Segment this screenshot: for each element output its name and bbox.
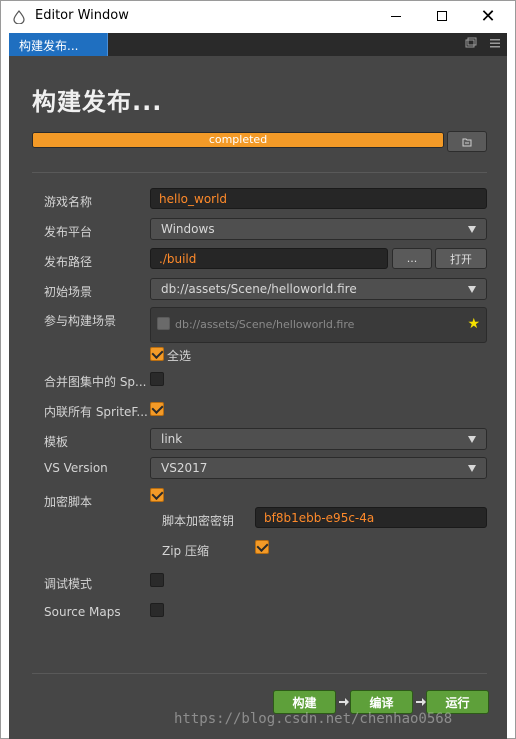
progress-status: completed — [208, 133, 268, 146]
start-scene-select[interactable]: db://assets/Scene/helloworld.fire — [150, 278, 487, 300]
build-path-label: 发布路径 — [44, 255, 93, 269]
tab-build[interactable]: 构建发布... — [9, 33, 108, 56]
arrow-right-icon — [416, 698, 426, 706]
chevron-down-icon — [468, 226, 476, 233]
vs-version-value: VS2017 — [161, 461, 208, 475]
chevron-down-icon — [468, 436, 476, 443]
divider — [32, 172, 487, 173]
encrypt-checkbox[interactable] — [150, 488, 164, 502]
tab-tools — [465, 37, 501, 49]
vs-version-select[interactable]: VS2017 — [150, 457, 487, 479]
minimize-icon — [391, 15, 401, 17]
zip-label: Zip 压缩 — [162, 544, 209, 558]
open-build-folder-button[interactable] — [447, 131, 487, 152]
platform-select[interactable]: Windows — [150, 218, 487, 240]
merge-atlas-checkbox[interactable] — [150, 372, 164, 386]
select-all-checkbox[interactable] — [150, 347, 164, 361]
included-scenes-label: 参与构建场景 — [44, 314, 117, 328]
scene-item: db://assets/Scene/helloworld.fire — [175, 318, 355, 331]
zip-checkbox[interactable] — [255, 540, 269, 554]
star-icon: ★ — [467, 316, 480, 332]
start-scene-label: 初始场景 — [44, 285, 93, 299]
page-title: 构建发布... — [32, 88, 163, 116]
source-maps-checkbox[interactable] — [150, 603, 164, 617]
open-path-button[interactable]: 打开 — [435, 248, 487, 269]
template-select[interactable]: link — [150, 428, 487, 450]
close-button[interactable]: ✕ — [465, 1, 511, 31]
maximize-icon — [437, 11, 447, 21]
editor-window: Editor Window ✕ 构建发布... 构建发布... complete… — [0, 0, 516, 739]
arrow-right-icon — [339, 698, 349, 706]
vs-version-label: VS Version — [44, 461, 108, 475]
template-label: 模板 — [44, 435, 69, 449]
build-panel: 构建发布... completed 游戏名称 hello_world 发布平台 … — [9, 56, 507, 739]
platform-label: 发布平台 — [44, 225, 93, 239]
window-title: Editor Window — [35, 8, 129, 23]
encrypt-key-input[interactable]: bf8b1ebb-e95c-4a — [255, 507, 487, 528]
included-scenes-list: db://assets/Scene/helloworld.fire ★ — [150, 307, 487, 343]
popout-icon[interactable] — [465, 37, 477, 49]
chevron-down-icon — [468, 286, 476, 293]
browse-path-button[interactable]: ... — [392, 248, 432, 269]
build-progress-bar: completed — [32, 132, 444, 148]
platform-value: Windows — [161, 222, 215, 236]
app-icon — [13, 10, 25, 24]
watermark: https://blog.csdn.net/chenhao0568 — [174, 711, 453, 727]
panel-tab-bar: 构建发布... — [9, 33, 507, 56]
divider — [32, 673, 487, 674]
select-all-label: 全选 — [167, 349, 192, 363]
game-name-input[interactable]: hello_world — [150, 188, 487, 209]
source-maps-label: Source Maps — [44, 605, 121, 619]
close-icon: ✕ — [480, 5, 496, 27]
debug-label: 调试模式 — [44, 577, 93, 591]
maximize-button[interactable] — [419, 1, 465, 31]
start-scene-value: db://assets/Scene/helloworld.fire — [161, 282, 357, 296]
title-bar[interactable]: Editor Window ✕ — [1, 1, 515, 32]
inline-sprite-checkbox[interactable] — [150, 402, 164, 416]
inline-sprite-label: 内联所有 SpriteF... — [44, 405, 148, 419]
chevron-down-icon — [468, 465, 476, 472]
minimize-button[interactable] — [373, 1, 419, 31]
game-name-label: 游戏名称 — [44, 195, 93, 209]
debug-checkbox[interactable] — [150, 573, 164, 587]
folder-icon — [462, 138, 472, 146]
build-path-input[interactable]: ./build — [150, 248, 388, 269]
merge-atlas-label: 合并图集中的 Sp... — [44, 375, 147, 389]
encrypt-label: 加密脚本 — [44, 495, 93, 509]
menu-icon[interactable] — [489, 37, 501, 49]
scene-checkbox — [157, 317, 170, 330]
encrypt-key-label: 脚本加密密钥 — [162, 514, 235, 528]
template-value: link — [161, 432, 183, 446]
